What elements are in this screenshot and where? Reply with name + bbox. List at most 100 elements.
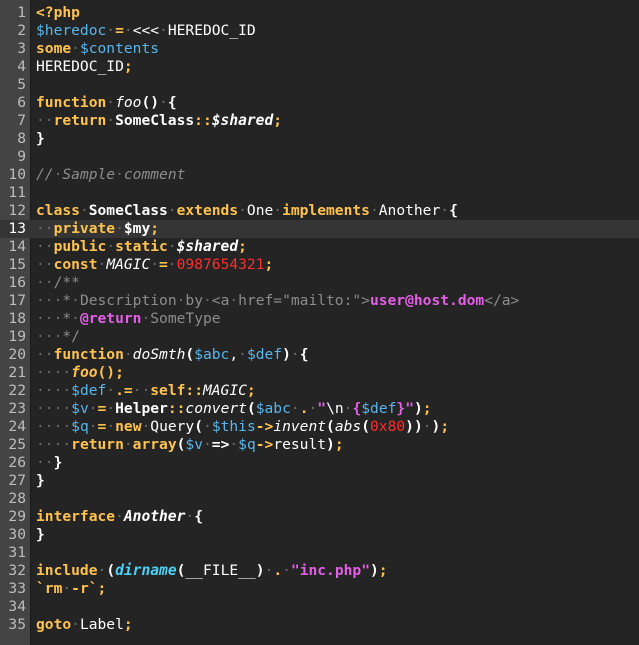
line-number: 26 [8,454,26,471]
line-number: 8 [17,130,26,147]
code-line[interactable]: 6 function·foo()·{ [0,94,639,112]
line-number: 27 [8,472,26,489]
line-number: 30 [8,526,26,543]
line-number: 18 [8,310,26,327]
line-number: 7 [17,112,26,129]
code-text[interactable]: ··public·static·$shared; [36,238,247,256]
line-number: 11 [8,184,26,201]
line-number: 6 [17,94,26,111]
line-number: 13 [8,220,26,237]
code-line[interactable]: 26 ··} [0,454,639,472]
code-line[interactable]: 18 ···*·@return·SomeType [0,310,639,328]
code-text[interactable]: ····$q·=·new·Query(·$this->invent(abs(0x… [36,418,449,436]
line-number: 32 [8,562,26,579]
code-text[interactable]: ··function·doSmth($abc,·$def)·{ [36,346,308,364]
code-line[interactable]: 29 interface·Another·{ [0,508,639,526]
code-line[interactable]: 35 goto·Label; [0,616,639,634]
code-text[interactable]: ···*·@return·SomeType [36,310,221,328]
line-number: 17 [8,292,26,309]
line-number: 5 [17,76,26,93]
code-text[interactable]: ··return·SomeClass::$shared; [36,112,282,130]
code-line[interactable]: 2 $heredoc·=·<<<·HEREDOC_ID [0,22,639,40]
line-number: 34 [8,598,26,615]
code-line[interactable]: 34 [0,598,639,616]
code-text[interactable]: <?php [36,4,80,22]
code-text[interactable]: include·(dirname(__FILE__)·.·"inc.php"); [36,562,388,580]
code-line[interactable]: 17 ···*·Description·by·<a·href="mailto:">… [0,292,639,310]
code-text[interactable]: ····return·array($v·=>·$q->result); [36,436,344,454]
code-line[interactable]: 33 `rm·-r`; [0,580,639,598]
code-line[interactable]: 16 ··/** [0,274,639,292]
code-line[interactable]: 10 //·Sample·comment [0,166,639,184]
line-number: 16 [8,274,26,291]
code-line[interactable]: 15 ··const·MAGIC·=·0987654321; [0,256,639,274]
code-text[interactable]: class·SomeClass·extends·One·implements·A… [36,202,458,220]
code-text[interactable]: ···*·Description·by·<a·href="mailto:">us… [36,292,519,310]
code-line[interactable]: 11 [0,184,639,202]
code-line[interactable]: 32 include·(dirname(__FILE__)·.·"inc.php"… [0,562,639,580]
code-line[interactable]: 31 [0,544,639,562]
code-text[interactable]: ··const·MAGIC·=·0987654321; [36,256,273,274]
line-number: 22 [8,382,26,399]
code-text[interactable]: ····$v·=·Helper::convert($abc·.·"\n·{$de… [36,400,432,418]
code-text[interactable]: $heredoc·=·<<<·HEREDOC_ID [36,22,256,40]
code-line[interactable]: 13 ··private·$my; [0,220,639,238]
code-line[interactable]: 27} [0,472,639,490]
line-number: 3 [17,40,26,57]
code-text[interactable]: ··/** [36,274,80,292]
line-number: 2 [17,22,26,39]
code-line[interactable]: 4 HEREDOC_ID; [0,58,639,76]
code-text[interactable]: } [36,526,45,544]
code-line[interactable]: 14 ··public·static·$shared; [0,238,639,256]
code-line[interactable]: 5 [0,76,639,94]
code-line[interactable]: 20 ··function·doSmth($abc,·$def)·{ [0,346,639,364]
code-line[interactable]: 25 ····return·array($v·=>·$q->result); [0,436,639,454]
code-line[interactable]: 30} [0,526,639,544]
line-number: 14 [8,238,26,255]
code-text[interactable]: } [36,130,45,148]
code-text[interactable]: //·Sample·comment [36,166,185,184]
code-line[interactable]: 21 ····foo(); [0,364,639,382]
line-number: 33 [8,580,26,597]
code-text[interactable]: ····foo(); [36,364,124,382]
code-text[interactable]: goto·Label; [36,616,133,634]
code-text[interactable]: `rm·-r`; [36,580,106,598]
code-line[interactable]: 24 ····$q·=·new·Query(·$this->invent(abs(… [0,418,639,436]
code-area[interactable]: 1 <?php 2 $heredoc·=·<<<·HEREDOC_ID 3 some·$c… [0,4,639,634]
code-line[interactable]: 28 [0,490,639,508]
code-line[interactable]: 9 [0,148,639,166]
code-text[interactable]: interface·Another·{ [36,508,203,526]
code-text[interactable]: some·$contents [36,40,159,58]
line-number: 10 [8,166,26,183]
code-text[interactable]: ···*/ [36,328,80,346]
code-text[interactable]: ··} [36,454,62,472]
code-text[interactable]: function·foo()·{ [36,94,177,112]
line-number: 9 [17,148,26,165]
line-number: 28 [8,490,26,507]
code-line[interactable]: 23 ····$v·=·Helper::convert($abc·.·"\n·{$… [0,400,639,418]
code-text[interactable]: ··private·$my; [36,220,159,238]
line-number: 4 [17,58,26,75]
code-text[interactable]: } [36,472,45,490]
line-number: 23 [8,400,26,417]
line-number: 31 [8,544,26,561]
code-line[interactable]: 22 ····$def·.=··self::MAGIC; [0,382,639,400]
code-text[interactable]: HEREDOC_ID; [36,58,133,76]
code-line[interactable]: 19 ···*/ [0,328,639,346]
code-text[interactable]: ····$def·.=··self::MAGIC; [36,382,256,400]
code-line[interactable]: 3 some·$contents [0,40,639,58]
code-editor[interactable]: 1 <?php 2 $heredoc·=·<<<·HEREDOC_ID 3 some·$c… [0,0,639,645]
line-number: 25 [8,436,26,453]
line-number: 1 [17,4,26,21]
code-line[interactable]: 1 <?php [0,4,639,22]
line-number: 35 [8,616,26,633]
line-number: 24 [8,418,26,435]
line-number: 12 [8,202,26,219]
code-line[interactable]: 12 class·SomeClass·extends·One·implements… [0,202,639,220]
code-line[interactable]: 7 ··return·SomeClass::$shared; [0,112,639,130]
line-number: 15 [8,256,26,273]
line-number: 21 [8,364,26,381]
line-number: 29 [8,508,26,525]
code-line[interactable]: 8} [0,130,639,148]
line-number: 19 [8,328,26,345]
